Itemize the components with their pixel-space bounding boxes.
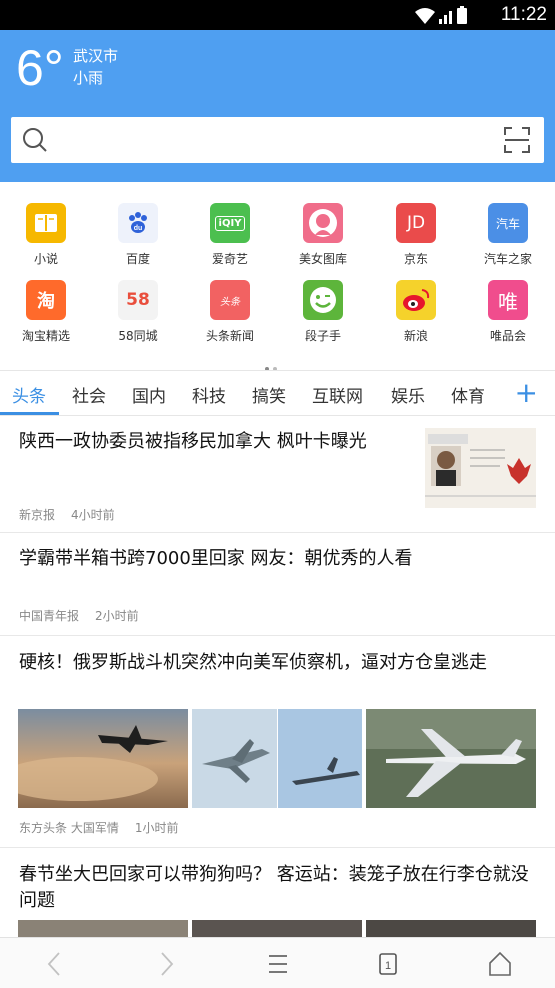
shortcut-taobao[interactable]: 淘 淘宝精选: [0, 280, 92, 344]
news-item[interactable]: 陕西一政协委员被指移民加拿大 枫叶卡曝光 新京报 4小时前: [0, 416, 555, 533]
tab-headlines[interactable]: 头条: [12, 382, 46, 407]
news-item[interactable]: 学霸带半箱书跨7000里回家 网友：朝优秀的人看 中国青年报 2小时前: [0, 533, 555, 636]
category-tabs: 头条 社会 国内 科技 搞笑 互联网 娱乐 体育 +: [0, 372, 555, 416]
city-name[interactable]: 武汉市: [73, 45, 118, 66]
shortcut-label: 百度: [125, 252, 150, 266]
news-image-1[interactable]: [18, 709, 188, 808]
news-time: 2小时前: [95, 609, 139, 623]
news-image-3[interactable]: [366, 920, 536, 937]
news-item[interactable]: 春节坐大巴回家可以带狗狗吗？ 客运站：装笼子放在行李仓就没问题: [0, 848, 555, 937]
shortcut-novel[interactable]: 小说: [0, 203, 92, 267]
shortcut-label: 淘宝精选: [21, 329, 70, 343]
status-icons: [415, 6, 467, 24]
scan-qr-icon[interactable]: [504, 127, 530, 153]
bomber-over-land-image: [366, 709, 536, 808]
news-image-1[interactable]: [18, 920, 188, 937]
book-icon: [26, 203, 66, 243]
tab-entertainment[interactable]: 娱乐: [391, 382, 425, 407]
shortcut-baidu[interactable]: du 百度: [92, 203, 184, 267]
shortcut-label: 头条新闻: [205, 329, 254, 343]
news-source: 东方头条 大国军情: [19, 821, 119, 835]
weather-header: 6° 武汉市 小雨: [0, 30, 555, 182]
shortcut-toutiao[interactable]: 头条 头条新闻: [184, 280, 276, 344]
bottom-toolbar: 1: [0, 937, 555, 988]
news-source: 新京报: [19, 508, 56, 522]
news-title[interactable]: 春节坐大巴回家可以带狗狗吗？ 客运站：装笼子放在行李仓就没问题: [19, 862, 539, 914]
duanzi-smile-icon: [303, 280, 343, 320]
menu-icon[interactable]: [264, 950, 292, 978]
temperature[interactable]: 6°: [16, 38, 64, 98]
shortcut-label: 汽车之家: [483, 252, 532, 266]
news-title[interactable]: 学霸带半箱书跨7000里回家 网友：朝优秀的人看: [19, 546, 539, 572]
news-meta: 新京报 4小时前: [19, 506, 131, 523]
signal-icon: [439, 11, 452, 24]
weibo-icon: [396, 280, 436, 320]
shortcut-label: 爱奇艺: [211, 252, 248, 266]
news-image-2[interactable]: [192, 709, 362, 808]
svg-text:1: 1: [385, 960, 391, 972]
shortcut-vip[interactable]: 唯 唯品会: [462, 280, 554, 344]
search-input[interactable]: [11, 117, 544, 163]
weather-condition: 小雨: [73, 69, 104, 87]
toutiao-icon: 头条: [210, 280, 250, 320]
shortcut-label: 段子手: [304, 329, 341, 343]
tabs-icon[interactable]: 1: [374, 950, 402, 978]
forward-icon[interactable]: [152, 950, 180, 978]
shortcut-label: 京东: [403, 252, 428, 266]
iqiyi-icon: iQIY: [210, 203, 250, 243]
status-bar: 11:22: [0, 0, 555, 30]
tab-domestic[interactable]: 国内: [132, 382, 166, 407]
shortcut-iqiyi[interactable]: iQIY 爱奇艺: [184, 203, 276, 267]
jd-icon: JD: [396, 203, 436, 243]
wifi-icon: [415, 8, 435, 24]
shortcut-label: 美女图库: [298, 252, 347, 266]
news-item[interactable]: 硬核！俄罗斯战斗机突然冲向美军侦察机，逼对方仓皇逃走 东方头条 大国军情 1小时…: [0, 636, 555, 848]
page-indicator: [265, 356, 285, 371]
shortcut-autohome[interactable]: 汽车 汽车之家: [462, 203, 554, 267]
news-meta: 东方头条 大国军情 1小时前: [19, 819, 194, 836]
divider: [0, 370, 555, 371]
news-image-2[interactable]: [192, 920, 362, 937]
news-source: 中国青年报: [19, 609, 80, 623]
id-card-image: [425, 428, 536, 508]
news-title[interactable]: 硬核！俄罗斯战斗机突然冲向美军侦察机，逼对方仓皇逃走: [19, 650, 539, 676]
autohome-icon: 汽车: [488, 203, 528, 243]
tab-society[interactable]: 社会: [72, 382, 106, 407]
shortcut-label: 小说: [33, 252, 58, 266]
vip-icon: 唯: [488, 280, 528, 320]
shortcut-label: 58同城: [118, 329, 158, 343]
add-tab-button[interactable]: +: [515, 378, 538, 408]
shortcut-58[interactable]: 58 58同城: [92, 280, 184, 344]
search-icon: [23, 128, 47, 152]
shortcut-duanzi[interactable]: 段子手: [277, 280, 369, 344]
shortcut-label: 新浪: [403, 329, 428, 343]
news-image-3[interactable]: [366, 709, 536, 808]
tab-internet[interactable]: 互联网: [312, 382, 363, 407]
taobao-icon: 淘: [26, 280, 66, 320]
active-tab-indicator: [0, 412, 59, 415]
home-icon[interactable]: [486, 950, 514, 978]
baidu-paw-icon: du: [118, 203, 158, 243]
shortcut-sina[interactable]: 新浪: [370, 280, 462, 344]
tab-tech[interactable]: 科技: [192, 382, 226, 407]
clock: 11:22: [500, 4, 547, 25]
news-meta: 中国青年报 2小时前: [19, 607, 155, 624]
shortcut-label: 唯品会: [489, 329, 526, 343]
news-time: 1小时前: [134, 821, 179, 835]
58-icon: 58: [118, 280, 158, 320]
news-thumbnail[interactable]: [425, 428, 536, 508]
tab-funny[interactable]: 搞笑: [252, 382, 286, 407]
fighter-jet-clouds-image: [18, 709, 188, 808]
news-time: 4小时前: [71, 508, 115, 522]
shortcut-jd[interactable]: JD 京东: [370, 203, 462, 267]
svg-text:du: du: [134, 225, 143, 232]
battery-icon: [457, 6, 467, 24]
news-title[interactable]: 陕西一政协委员被指移民加拿大 枫叶卡曝光: [19, 429, 409, 455]
shortcut-beauty-gallery[interactable]: 美女图库: [277, 203, 369, 267]
jet-and-recon-plane-image: [192, 709, 362, 808]
tab-sports[interactable]: 体育: [451, 382, 485, 407]
beauty-gallery-icon: [303, 203, 343, 243]
back-icon[interactable]: [41, 950, 69, 978]
